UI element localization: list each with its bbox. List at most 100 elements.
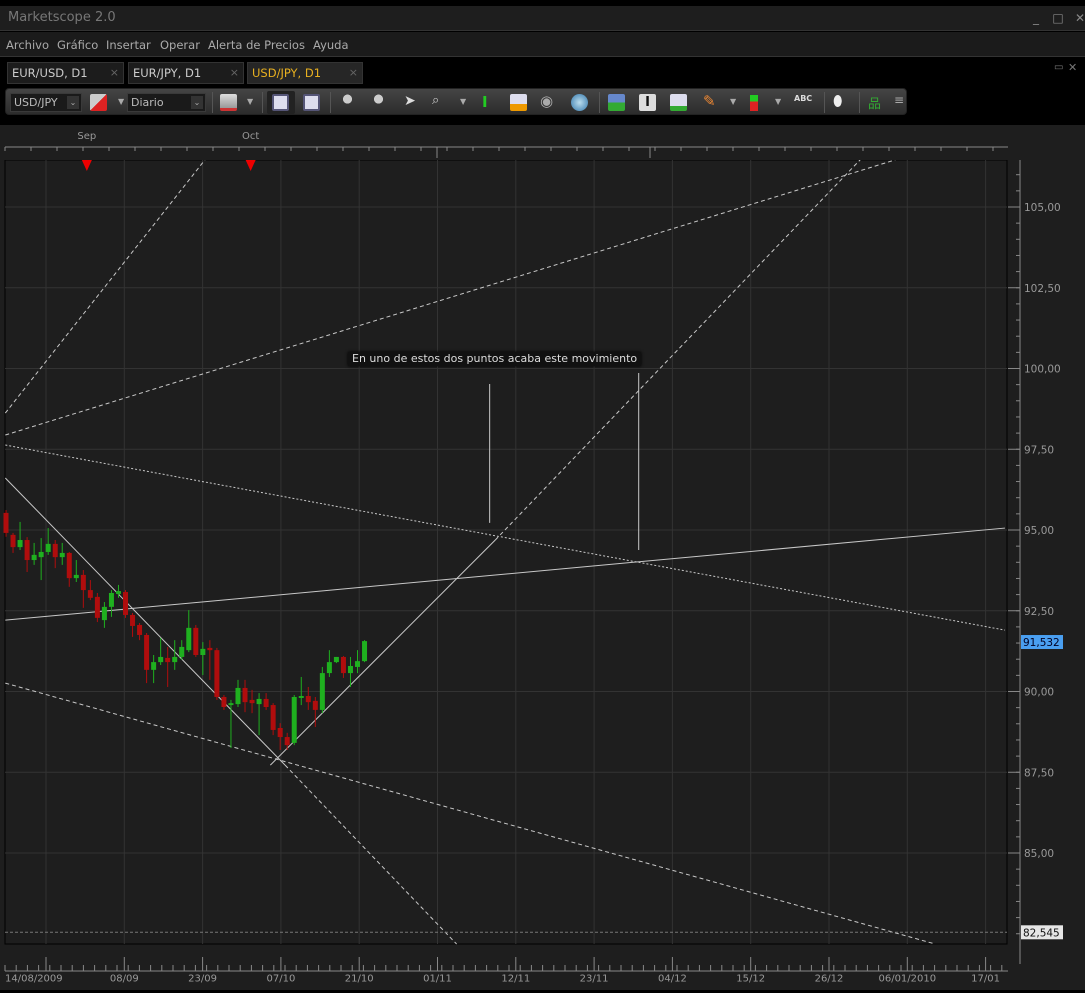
hline-price-label: 82,545	[1023, 927, 1060, 939]
candle-body	[45, 543, 51, 552]
more-menu-icon[interactable]: ≡	[894, 93, 904, 107]
menu-archivo[interactable]: Archivo	[6, 38, 49, 52]
tab-close-icon[interactable]: ×	[230, 66, 239, 79]
minimize-icon[interactable]: _	[1028, 11, 1044, 25]
menu-grafico[interactable]: Gráfico	[57, 38, 98, 52]
separator	[262, 92, 263, 113]
text-tool-icon[interactable]: I	[639, 94, 656, 111]
candle-body	[235, 687, 241, 705]
eye-icon[interactable]: ◉	[540, 92, 553, 110]
dropdown-arrow-icon[interactable]: ▼	[730, 97, 736, 106]
candle-body	[172, 656, 178, 663]
date-label: 26/12	[815, 973, 844, 984]
candle-body	[130, 614, 136, 626]
link-icon[interactable]	[90, 94, 107, 111]
candle-body	[333, 656, 339, 663]
menu-insertar[interactable]: Insertar	[106, 38, 151, 52]
candle-body	[355, 661, 360, 667]
list-add-icon[interactable]	[670, 94, 687, 111]
candle-body	[200, 648, 206, 656]
chart-area[interactable]: Sep Oct 14/08/2009 08/09 23/09 07/10 21/10 01/1…	[0, 125, 1085, 991]
menu-alerta-precios[interactable]: Alerta de Precios	[208, 38, 305, 52]
date-label: 14/08/2009	[5, 973, 63, 984]
candle-body	[158, 656, 164, 663]
candle-body	[52, 543, 58, 558]
indicator-icon[interactable]	[750, 95, 758, 111]
candle-body	[38, 551, 44, 558]
symbol-select[interactable]: USD/JPY ⌄	[10, 93, 82, 112]
vertical-measure-icon[interactable]: I	[482, 93, 488, 111]
candle-body	[263, 698, 269, 708]
price-label: 97,50	[1024, 444, 1054, 456]
price-label: 105,00	[1024, 202, 1061, 214]
candle-body	[94, 596, 100, 618]
candle-body	[249, 699, 255, 704]
menu-ayuda[interactable]: Ayuda	[313, 38, 349, 52]
candle-body	[31, 554, 37, 561]
candle-body	[165, 657, 171, 663]
zoom-in-icon[interactable]	[339, 94, 356, 111]
candle-body	[59, 552, 65, 558]
candle-body	[284, 737, 290, 746]
last-price-label: 91,532	[1023, 637, 1060, 649]
candle-body	[108, 592, 114, 607]
maximize-icon[interactable]: □	[1050, 11, 1066, 25]
tab-label: EUR/USD, D1	[12, 66, 88, 80]
network-icon[interactable]: 品	[868, 93, 881, 112]
candle-body	[291, 696, 297, 743]
separator	[599, 92, 600, 113]
candle-body	[277, 727, 283, 738]
dropdown-arrow-icon[interactable]: ▼	[118, 97, 124, 106]
zoom-out-icon[interactable]	[370, 94, 387, 111]
candle-body	[123, 592, 129, 615]
note-icon[interactable]	[510, 94, 527, 111]
tab-close-icon[interactable]: ×	[349, 66, 358, 79]
close-chart-icon[interactable]: ✕	[1068, 61, 1077, 74]
cursor-icon[interactable]: ➤	[404, 93, 416, 109]
tab-usd-jpy[interactable]: USD/JPY, D1 ×	[247, 62, 363, 84]
chart-annotation[interactable]: En uno de estos dos puntos acaba este mo…	[348, 352, 642, 366]
candle-body	[305, 696, 311, 703]
symbol-value: USD/JPY	[14, 96, 58, 109]
dropdown-arrow-icon[interactable]: ▼	[775, 97, 781, 106]
layout-b-icon[interactable]	[272, 94, 289, 111]
close-icon[interactable]: ✕	[1072, 11, 1085, 25]
dropdown-arrow-icon[interactable]: ▼	[247, 97, 253, 106]
tab-eur-jpy[interactable]: EUR/JPY, D1 ×	[128, 62, 244, 84]
layout-a-icon[interactable]	[303, 94, 320, 111]
eraser-icon[interactable]: ⬮	[833, 92, 842, 110]
separator	[212, 92, 213, 113]
month-label: Oct	[242, 131, 259, 142]
dropdown-arrow-icon[interactable]: ▼	[460, 97, 466, 106]
candle-body	[137, 624, 143, 635]
menu-operar[interactable]: Operar	[160, 38, 200, 52]
separator	[859, 92, 860, 113]
date-label: 04/12	[658, 973, 687, 984]
zoom-area-icon[interactable]: ⌕	[432, 93, 439, 108]
restore-chart-icon[interactable]: ▭	[1054, 62, 1063, 73]
image-add-icon[interactable]	[608, 94, 625, 111]
candle-body	[24, 540, 30, 561]
candle-body	[340, 656, 346, 674]
add-text-abc-icon[interactable]: ABC	[794, 94, 812, 103]
candle-body	[101, 606, 107, 621]
timeframe-select[interactable]: Diario ⌄	[127, 93, 206, 112]
chart-type-icon[interactable]	[220, 94, 237, 111]
candle-body	[151, 662, 157, 670]
price-chart[interactable]: Sep Oct 14/08/2009 08/09 23/09 07/10 21/10 01/1…	[0, 125, 1085, 991]
date-label: 06/01/2010	[878, 973, 936, 984]
candle-body	[193, 627, 199, 656]
chart-toolbar: USD/JPY ⌄ ▼ Diario ⌄ ▼ ➤ ⌕ ▼ I ◉ I ✎ ▼ ▼ A…	[5, 88, 907, 115]
date-label: 23/11	[580, 973, 609, 984]
tab-close-icon[interactable]: ×	[110, 66, 119, 79]
candle-body	[347, 665, 353, 674]
tab-eur-usd[interactable]: EUR/USD, D1 ×	[7, 62, 124, 84]
pencil-icon[interactable]: ✎	[703, 92, 716, 110]
price-label: 100,00	[1024, 364, 1061, 376]
candle-body	[179, 646, 185, 657]
candle-body	[207, 647, 213, 651]
menu-bar: Archivo Gráfico Insertar Operar Alerta d…	[0, 32, 1085, 57]
candle-body	[87, 590, 93, 598]
month-label: Sep	[77, 131, 96, 142]
globe-icon[interactable]	[571, 94, 588, 111]
